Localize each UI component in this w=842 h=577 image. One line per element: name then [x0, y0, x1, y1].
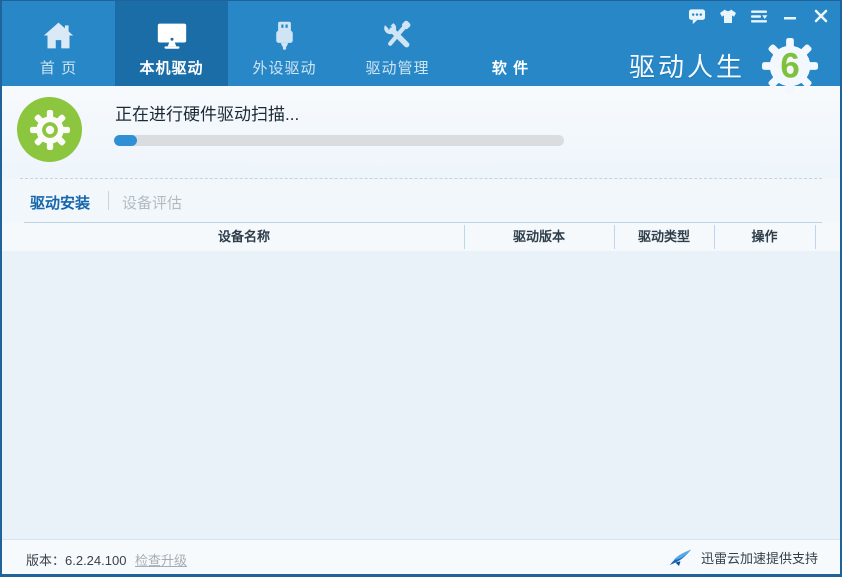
nav-tabs: 首 页 本机驱动	[2, 1, 567, 86]
col-driver-type: 驱动类型	[614, 223, 714, 251]
progress-fill	[114, 135, 137, 146]
apps-icon	[493, 17, 529, 53]
nav-tab-label: 软 件	[492, 57, 529, 78]
home-icon	[41, 17, 77, 53]
col-driver-version: 驱动版本	[464, 223, 614, 251]
nav-tab-local-drivers[interactable]: 本机驱动	[115, 1, 228, 86]
driver-life-window: 首 页 本机驱动	[0, 0, 842, 577]
nav-tab-label: 首 页	[40, 57, 77, 78]
scan-progress-bar	[114, 135, 564, 146]
monitor-icon	[154, 17, 190, 53]
usb-icon	[267, 17, 303, 53]
nav-tab-driver-management[interactable]: 驱动管理	[341, 1, 454, 86]
nav-tab-label: 驱动管理	[365, 57, 429, 78]
table-body	[2, 251, 840, 539]
nav-tab-software[interactable]: 软 件	[454, 1, 567, 86]
feedback-icon[interactable]	[688, 8, 706, 24]
status-bar: 版本：6.2.24.100 检查升级 迅雷云加速提供支持	[2, 539, 840, 575]
col-device-name: 设备名称	[24, 223, 464, 251]
subtab-bar: 驱动安装 设备评估	[2, 179, 840, 223]
xunlei-bird-icon	[669, 548, 693, 567]
col-operation: 操作	[714, 223, 815, 251]
logo-gear-badge: 6	[760, 37, 820, 95]
titlebar-controls	[688, 8, 830, 24]
app-logo-text: 驱动人生	[629, 47, 745, 84]
logo-badge-number: 6	[780, 47, 799, 86]
menu-icon[interactable]	[750, 8, 768, 24]
minimize-icon[interactable]	[781, 8, 799, 24]
subtab-divider	[108, 191, 109, 210]
top-nav: 首 页 本机驱动	[2, 1, 840, 86]
nav-tab-peripheral-drivers[interactable]: 外设驱动	[228, 1, 341, 86]
scan-status-text: 正在进行硬件驱动扫描...	[115, 100, 299, 125]
nav-tab-label: 本机驱动	[139, 57, 203, 78]
nav-tab-home[interactable]: 首 页	[2, 1, 115, 86]
subtab-device-evaluation[interactable]: 设备评估	[122, 192, 182, 213]
scan-gear-icon	[17, 97, 82, 162]
check-update-link[interactable]: 检查升级	[135, 550, 187, 569]
version-label: 版本：6.2.24.100	[26, 550, 126, 569]
table-header: 设备名称 驱动版本 驱动类型 操作	[2, 223, 840, 251]
nav-tab-label: 外设驱动	[252, 57, 316, 78]
sponsor-area: 迅雷云加速提供支持	[669, 548, 818, 567]
close-icon[interactable]	[812, 8, 830, 24]
subtab-driver-install[interactable]: 驱动安装	[30, 192, 90, 213]
tools-icon	[380, 17, 416, 53]
sponsor-text: 迅雷云加速提供支持	[701, 548, 818, 567]
column-separator	[815, 225, 816, 249]
skin-icon[interactable]	[719, 8, 737, 24]
